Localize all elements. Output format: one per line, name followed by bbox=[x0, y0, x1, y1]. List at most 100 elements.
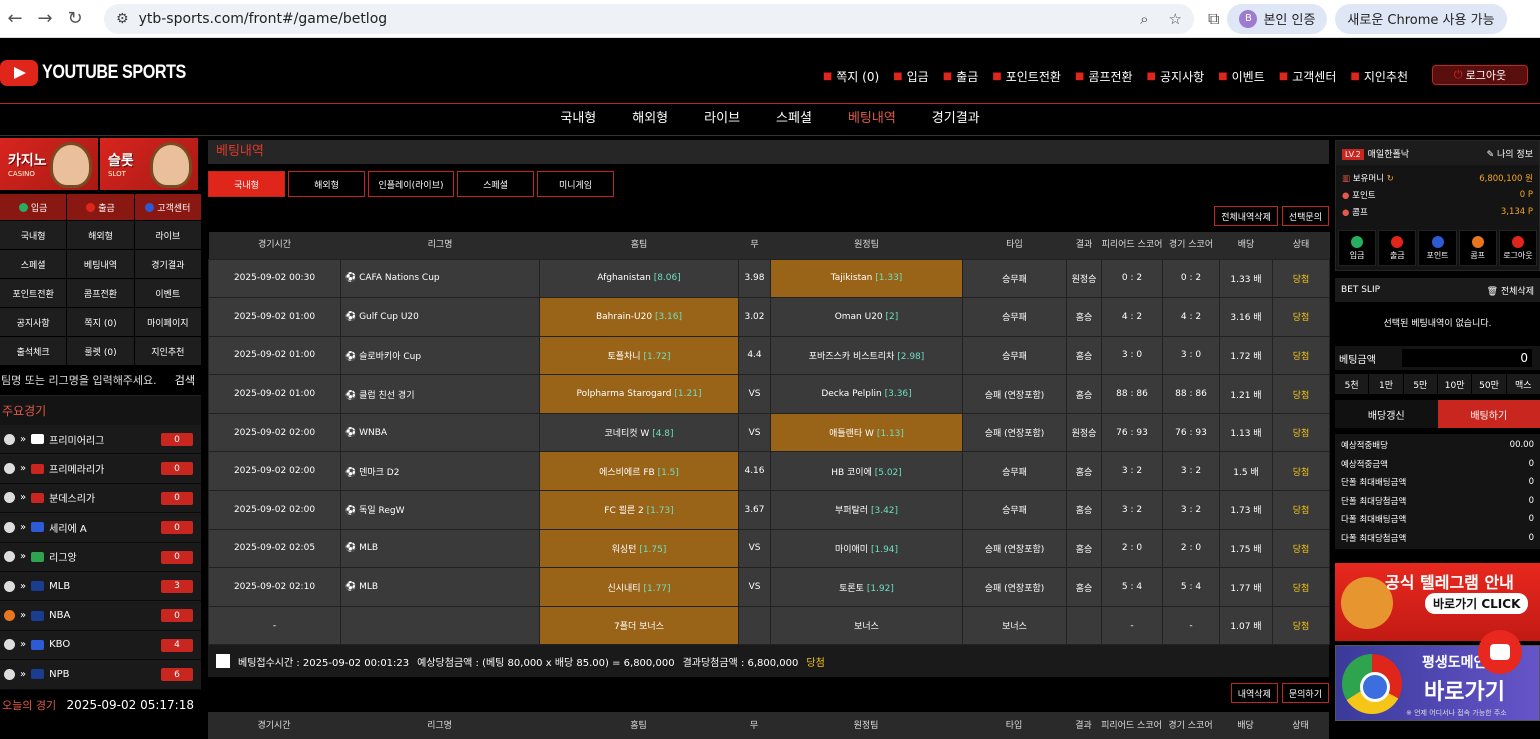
league-item[interactable]: »MLB3 bbox=[0, 572, 201, 601]
menu-grid-item[interactable]: 지인추천 bbox=[135, 337, 201, 365]
cell-draw[interactable]: 3.67 bbox=[739, 491, 771, 530]
chat-button[interactable] bbox=[1478, 630, 1522, 674]
main-nav-item[interactable]: 경기결과 bbox=[914, 104, 998, 135]
inquire-button[interactable]: 문의하기 bbox=[1282, 683, 1329, 703]
menu-grid-item[interactable]: 룰렛 (0) bbox=[67, 337, 133, 365]
cell-home[interactable]: Polpharma Starogard [1.21] bbox=[540, 375, 739, 414]
top-menu-item[interactable]: ■입금 bbox=[893, 68, 929, 85]
main-nav-item[interactable]: 라이브 bbox=[686, 104, 758, 135]
top-menu-item[interactable]: ■출금 bbox=[943, 68, 979, 85]
cell-draw[interactable]: 3.98 bbox=[739, 259, 771, 298]
amount-chip[interactable]: 50만 bbox=[1472, 374, 1505, 394]
delete-log-button[interactable]: 내역삭제 bbox=[1231, 683, 1278, 703]
place-bet-button[interactable]: 배팅하기 bbox=[1438, 400, 1540, 428]
amount-chip[interactable]: 5천 bbox=[1335, 374, 1368, 394]
quick-button[interactable]: 출금 bbox=[67, 194, 133, 220]
chrome-update-button[interactable]: 새로운 Chrome 사용 가능 bbox=[1335, 4, 1506, 34]
menu-grid-item[interactable]: 콤프전환 bbox=[67, 279, 133, 307]
top-menu-item[interactable]: ■콤프전환 bbox=[1075, 68, 1133, 85]
cell-away[interactable]: 토론토 [1.92] bbox=[771, 568, 963, 607]
menu-grid-item[interactable]: 해외형 bbox=[67, 221, 133, 249]
main-nav-item[interactable]: 스페셜 bbox=[758, 104, 830, 135]
cell-home[interactable]: 워싱턴 [1.75] bbox=[540, 529, 739, 568]
menu-grid-item[interactable]: 마이페이지 bbox=[135, 308, 201, 336]
league-item[interactable]: »프리미어리그0 bbox=[0, 425, 201, 454]
menu-grid-item[interactable]: 라이브 bbox=[135, 221, 201, 249]
site-settings-icon[interactable]: ⚙ bbox=[116, 11, 129, 27]
cell-draw[interactable]: 3.02 bbox=[739, 298, 771, 337]
amount-chip[interactable]: 10만 bbox=[1438, 374, 1471, 394]
league-item[interactable]: »리그앙0 bbox=[0, 543, 201, 572]
league-item[interactable]: »NPB6 bbox=[0, 660, 201, 689]
cell-away[interactable]: 포바즈스카 비스트리차 [2.98] bbox=[771, 336, 963, 375]
main-nav-item[interactable]: 국내형 bbox=[542, 104, 614, 135]
cell-draw[interactable]: VS bbox=[739, 568, 771, 607]
menu-grid-item[interactable]: 스페셜 bbox=[0, 250, 66, 278]
menu-grid-item[interactable]: 이벤트 bbox=[135, 279, 201, 307]
top-menu-item[interactable]: ■지인추천 bbox=[1350, 68, 1408, 85]
site-logo[interactable]: YOUTUBE SPORTS bbox=[0, 60, 211, 86]
account-button[interactable]: 포인트 bbox=[1418, 230, 1456, 266]
tab-0[interactable]: 국내형 bbox=[208, 171, 285, 197]
refresh-icon[interactable]: ↻ bbox=[1387, 174, 1394, 184]
cell-draw[interactable]: 4.4 bbox=[739, 336, 771, 375]
league-item[interactable]: »NBA0 bbox=[0, 601, 201, 630]
account-button[interactable]: 로그아웃 bbox=[1499, 230, 1537, 266]
quick-button[interactable]: 고객센터 bbox=[135, 194, 201, 220]
league-item[interactable]: »프리메라리가0 bbox=[0, 454, 201, 483]
cell-away[interactable]: HB 코이에 [5.02] bbox=[771, 452, 963, 491]
cell-home[interactable]: 에스비에르 FB [1.5] bbox=[540, 452, 739, 491]
menu-grid-item[interactable]: 베팅내역 bbox=[67, 250, 133, 278]
casino-banner[interactable]: 카지노CASINO bbox=[0, 138, 98, 190]
amount-chip[interactable]: 5만 bbox=[1404, 374, 1437, 394]
refresh-odds-button[interactable]: 배당갱신 bbox=[1335, 400, 1438, 428]
telegram-banner[interactable]: 공식 텔레그램 안내바로가기 CLICK bbox=[1335, 563, 1540, 641]
menu-grid-item[interactable]: 출석체크 bbox=[0, 337, 66, 365]
menu-grid-item[interactable]: 경기결과 bbox=[135, 250, 201, 278]
cell-home[interactable]: FC 쾰른 2 [1.73] bbox=[540, 491, 739, 530]
search-input[interactable]: 팀명 또는 리그명을 입력해주세요. bbox=[1, 372, 157, 388]
cell-home[interactable]: Afghanistan [8.06] bbox=[540, 259, 739, 298]
clear-slip-button[interactable]: 🗑 전체삭제 bbox=[1487, 284, 1534, 297]
main-nav-item[interactable]: 베팅내역 bbox=[830, 104, 914, 135]
menu-grid-item[interactable]: 포인트전환 bbox=[0, 279, 66, 307]
cell-home[interactable]: 코네티컷 W [4.8] bbox=[540, 413, 739, 452]
slot-banner[interactable]: 슬롯SLOT bbox=[100, 138, 198, 190]
league-item[interactable]: »세리에 A0 bbox=[0, 513, 201, 542]
amount-chip[interactable]: 맥스 bbox=[1507, 374, 1540, 394]
top-menu-item[interactable]: ■포인트전환 bbox=[992, 68, 1061, 85]
cell-away[interactable]: 부퍼탈러 [3.42] bbox=[771, 491, 963, 530]
forward-icon[interactable]: → bbox=[30, 8, 60, 29]
tab-4[interactable]: 미니게임 bbox=[537, 171, 614, 197]
inquire-selected-button[interactable]: 선택문의 bbox=[1282, 206, 1329, 226]
top-menu-item[interactable]: ■공지사항 bbox=[1147, 68, 1205, 85]
cell-away[interactable]: 마이애미 [1.94] bbox=[771, 529, 963, 568]
back-icon[interactable]: ← bbox=[0, 8, 30, 29]
cell-draw[interactable]: VS bbox=[739, 529, 771, 568]
account-button[interactable]: 콤프 bbox=[1459, 230, 1497, 266]
extensions-icon[interactable]: ⧉ bbox=[1208, 9, 1219, 29]
cell-home[interactable]: 토폴차니 [1.72] bbox=[540, 336, 739, 375]
cell-away[interactable]: Decka Pelplin [3.36] bbox=[771, 375, 963, 414]
account-button[interactable]: 입금 bbox=[1338, 230, 1376, 266]
menu-grid-item[interactable]: 국내형 bbox=[0, 221, 66, 249]
amount-input[interactable]: 0 bbox=[1402, 349, 1532, 367]
cell-away[interactable]: 애틀랜타 W [1.13] bbox=[771, 413, 963, 452]
tab-2[interactable]: 인플레이(라이브) bbox=[368, 171, 454, 197]
address-bar[interactable]: ⚙ ytb-sports.com/front#/game/betlog ⌕☆ bbox=[104, 4, 1194, 34]
select-checkbox[interactable] bbox=[216, 654, 230, 668]
amount-chip[interactable]: 1만 bbox=[1369, 374, 1402, 394]
reload-icon[interactable]: ↻ bbox=[60, 8, 90, 29]
cell-draw[interactable]: VS bbox=[739, 375, 771, 414]
cell-away[interactable]: Oman U20 [2] bbox=[771, 298, 963, 337]
quick-button[interactable]: 입금 bbox=[0, 194, 66, 220]
logout-button[interactable]: ⏻로그아웃 bbox=[1432, 65, 1528, 85]
bookmark-star-icon[interactable]: ☆ bbox=[1169, 10, 1182, 28]
cell-home[interactable]: 7폴더 보너스 bbox=[540, 606, 739, 645]
delete-all-button[interactable]: 전체내역삭제 bbox=[1214, 206, 1278, 226]
cell-home[interactable]: Bahrain-U20 [3.16] bbox=[540, 298, 739, 337]
menu-grid-item[interactable]: 공지사항 bbox=[0, 308, 66, 336]
tab-1[interactable]: 해외형 bbox=[288, 171, 365, 197]
cell-draw[interactable] bbox=[739, 606, 771, 645]
league-item[interactable]: »KBO4 bbox=[0, 631, 201, 660]
